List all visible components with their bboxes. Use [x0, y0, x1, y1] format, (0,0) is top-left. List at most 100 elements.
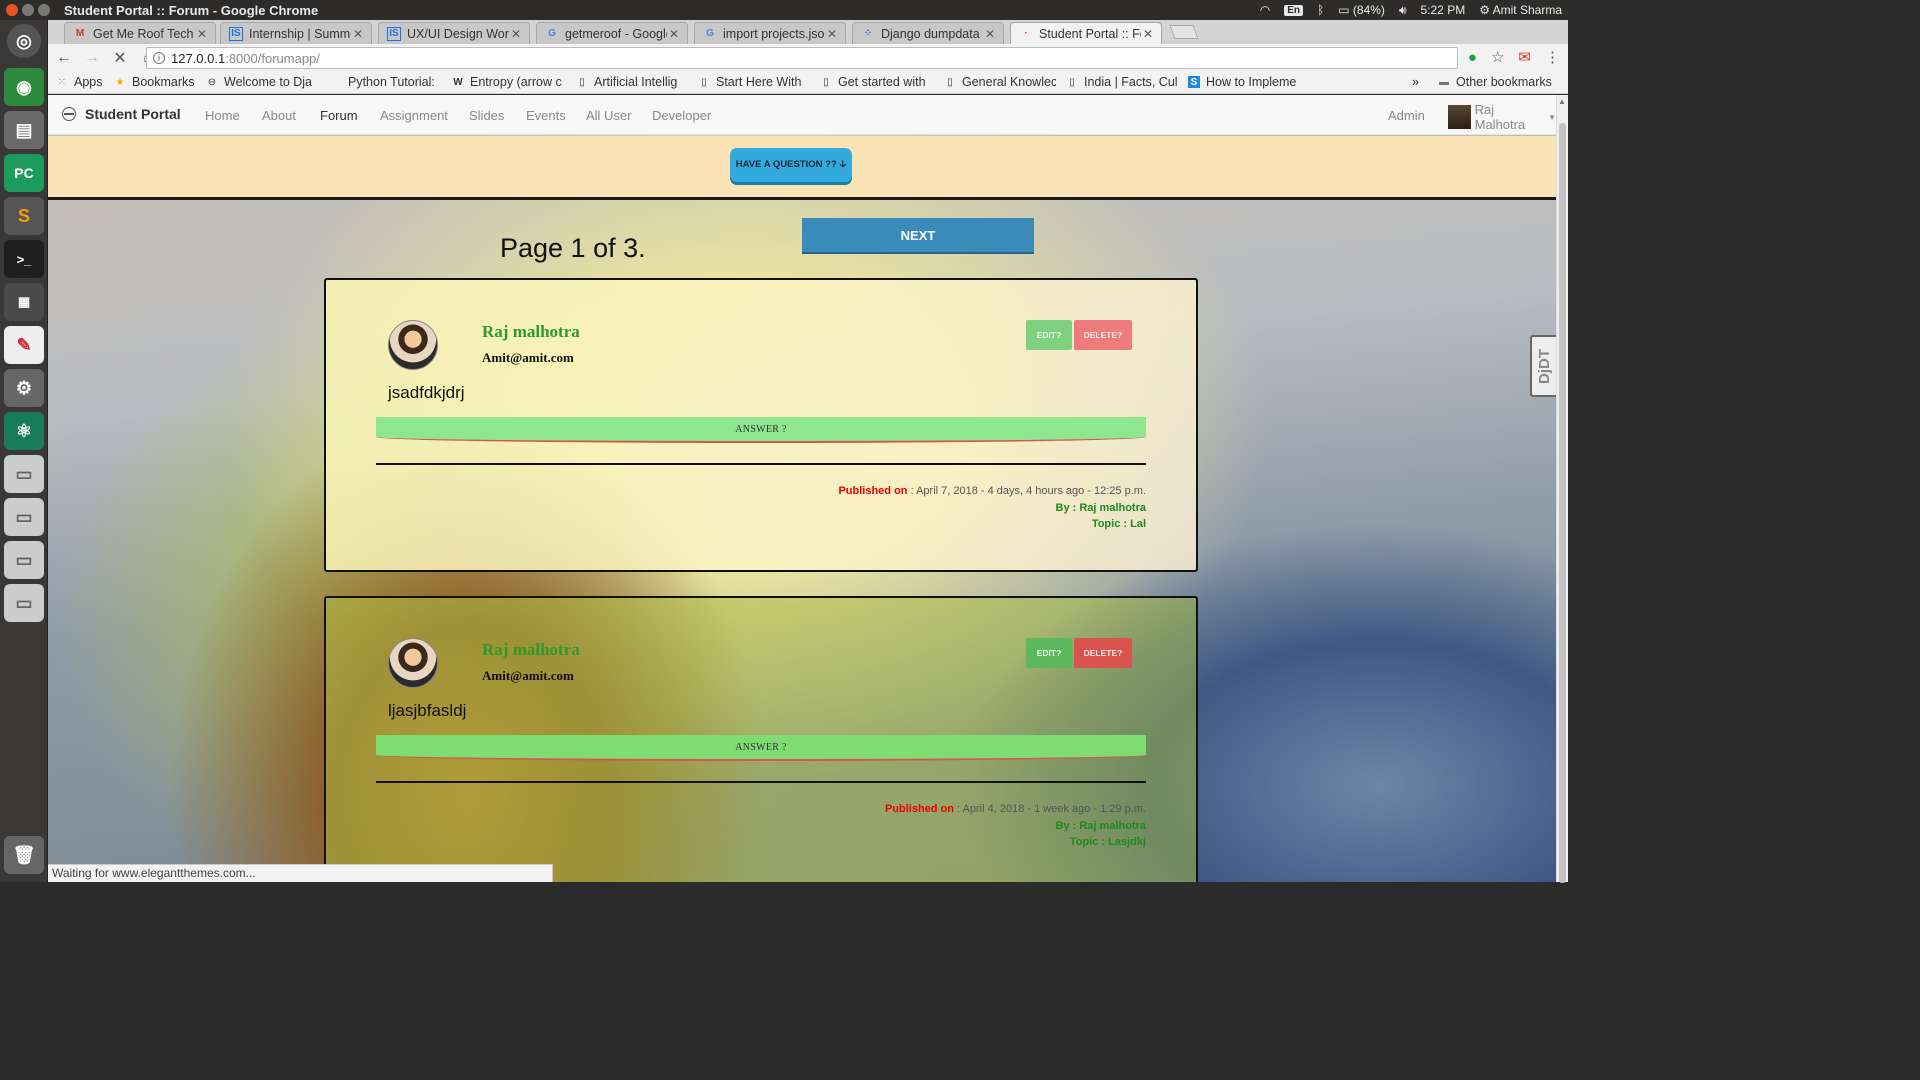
question-header-band: HAVE A QUESTION ?? 🡣 [48, 136, 1556, 200]
forward-icon[interactable]: → [80, 46, 104, 70]
session-menu[interactable]: ⚙ Amit Sharma [1479, 3, 1562, 17]
chrome-icon[interactable]: ◉ [4, 68, 44, 106]
scrollbar-thumb[interactable] [1559, 123, 1566, 883]
answer-button[interactable]: ANSWER ? [376, 417, 1146, 443]
atom-icon[interactable]: ⚛ [4, 412, 44, 450]
bookmark-label: Bookmarks [132, 75, 195, 89]
drive-icon[interactable]: ▭ [4, 498, 44, 536]
delete-button[interactable]: DELETE? [1074, 320, 1132, 350]
other-bookmarks[interactable]: ▬ Other bookmarks [1438, 75, 1552, 89]
bookmark-apps[interactable]: ⁙ Apps [56, 75, 103, 89]
battery-indicator[interactable]: ▭ (84%) [1338, 3, 1385, 17]
tab-django-dumpdata[interactable]: ⁘ Django dumpdata ✕ [852, 22, 1004, 44]
wifi-icon[interactable]: ◠ [1260, 3, 1270, 17]
star-icon[interactable]: ☆ [1491, 48, 1504, 66]
page-icon: ▯ [947, 76, 953, 88]
mail-checker-icon[interactable]: ✉ [1518, 48, 1531, 66]
bookmark-ai[interactable]: ▯ Artificial Intellig [576, 75, 686, 89]
author-name: Raj malhotra [482, 640, 580, 659]
nav-forum[interactable]: Forum [320, 108, 358, 123]
keyboard-layout-indicator[interactable]: En [1284, 4, 1304, 16]
clock[interactable]: 5:22 PM [1421, 3, 1466, 17]
author-name: Raj malhotra [482, 322, 580, 341]
site-brand[interactable]: Student Portal [62, 106, 181, 122]
bookmark-bookmarks[interactable]: ★ Bookmarks [114, 75, 195, 89]
edit-button[interactable]: EDIT? [1026, 320, 1072, 350]
files-icon[interactable]: ▤ [4, 111, 44, 149]
page-scrollbar[interactable]: ▲ [1556, 95, 1568, 883]
bookmark-entropy[interactable]: W Entropy (arrow c [452, 75, 566, 89]
close-icon[interactable]: ✕ [351, 27, 365, 41]
new-tab-button[interactable] [1169, 25, 1199, 39]
menu-icon[interactable]: ⋮ [1545, 48, 1560, 66]
close-icon[interactable]: ✕ [1141, 27, 1155, 41]
page-icon: ▯ [579, 76, 585, 88]
next-page-button[interactable]: NEXT [802, 218, 1034, 252]
tab-student-portal[interactable]: · Student Portal :: Fo ✕ [1010, 22, 1162, 44]
bookmark-welcome[interactable]: ⊖ Welcome to Dja [206, 75, 324, 89]
close-icon[interactable]: ✕ [983, 27, 997, 41]
delete-button[interactable]: DELETE? [1074, 638, 1132, 668]
close-icon[interactable]: ✕ [667, 27, 681, 41]
maximize-window-button[interactable] [38, 4, 50, 16]
address-bar[interactable]: i 127.0.0.1:8000/forumapp/ [146, 47, 1458, 69]
answer-button[interactable]: ANSWER ? [376, 735, 1146, 761]
avatar [388, 320, 438, 370]
nav-developer[interactable]: Developer [652, 108, 711, 123]
workspace-icon[interactable]: ▦ [4, 283, 44, 321]
minimize-window-button[interactable] [22, 4, 34, 16]
bookmark-start-here[interactable]: ▯ Start Here With [698, 75, 810, 89]
question-card: Raj malhotra Amit@amit.com ljasjbfasldj … [324, 596, 1198, 882]
close-icon[interactable]: ✕ [195, 27, 209, 41]
tab-getmeroof-google[interactable]: G getmeroof - Google ✕ [536, 22, 688, 44]
grammarly-icon[interactable]: ● [1468, 49, 1477, 66]
edit-button[interactable]: EDIT? [1026, 638, 1072, 668]
terminal-icon[interactable]: >_ [4, 240, 44, 278]
google-icon: G [548, 28, 556, 39]
dash-icon[interactable]: ◎ [7, 24, 41, 58]
bookmark-general-knowledge[interactable]: ▯ General Knowlec [944, 75, 1056, 89]
django-debug-toolbar-handle[interactable]: DjDT [1530, 335, 1556, 397]
page-icon: · [1024, 28, 1028, 39]
have-a-question-button[interactable]: HAVE A QUESTION ?? 🡣 [730, 148, 852, 182]
nav-home[interactable]: Home [205, 108, 240, 123]
bookmarks-overflow-button[interactable]: » [1412, 75, 1419, 89]
tab-internship[interactable]: IS Internship | Summe ✕ [220, 22, 372, 44]
bookmark-get-started[interactable]: ▯ Get started with [820, 75, 932, 89]
nav-events[interactable]: Events [526, 108, 566, 123]
tab-gmail[interactable]: M Get Me Roof Tech A ✕ [64, 22, 216, 44]
bookmark-india-facts[interactable]: ▯ India | Facts, Cul [1066, 75, 1178, 89]
nav-assignment[interactable]: Assignment [380, 108, 448, 123]
divider [376, 781, 1146, 783]
bookmark-how-to-implement[interactable]: S How to Impleme [1188, 75, 1302, 89]
info-icon[interactable]: i [153, 52, 165, 64]
settings-icon[interactable]: ⚙ [4, 369, 44, 407]
drive-icon[interactable]: ▭ [4, 455, 44, 493]
page-icon: ▯ [1069, 76, 1075, 88]
nav-slides[interactable]: Slides [469, 108, 504, 123]
close-icon[interactable]: ✕ [825, 27, 839, 41]
bluetooth-icon[interactable]: ᛒ [1317, 3, 1324, 17]
nav-admin[interactable]: Admin [1388, 108, 1425, 123]
sublime-text-icon[interactable]: S [4, 197, 44, 235]
user-menu[interactable]: Raj Malhotra ▼ [1448, 102, 1556, 132]
nav-all-user[interactable]: All User [586, 108, 632, 123]
bookmark-label: India | Facts, Cul [1084, 75, 1178, 89]
nav-about[interactable]: About [262, 108, 296, 123]
pycharm-icon[interactable]: PC [4, 154, 44, 192]
tab-import-projects[interactable]: G import projects.jso ✕ [694, 22, 846, 44]
drive-icon[interactable]: ▭ [4, 541, 44, 579]
stop-icon[interactable]: ✕ [108, 46, 132, 70]
close-window-button[interactable] [6, 4, 18, 16]
drive-icon[interactable]: ▭ [4, 584, 44, 622]
system-tray: ◠ En ᛒ ▭ (84%) 🔊︎ 5:22 PM ⚙ Amit Sharma [1260, 0, 1562, 20]
tab-ux-design[interactable]: IS UX/UI Design Work ✕ [378, 22, 530, 44]
back-icon[interactable]: ← [52, 46, 76, 70]
close-icon[interactable]: ✕ [509, 27, 523, 41]
volume-icon[interactable]: 🔊︎ [1399, 3, 1407, 18]
trash-icon[interactable]: 🗑︎ [4, 836, 44, 874]
text-editor-icon[interactable]: ✎ [4, 326, 44, 364]
bookmark-python-tutorial[interactable]: Python Tutorial: [330, 75, 442, 89]
author-email: Amit@amit.com [482, 668, 574, 683]
scroll-up-arrow-icon[interactable]: ▲ [1558, 97, 1566, 106]
